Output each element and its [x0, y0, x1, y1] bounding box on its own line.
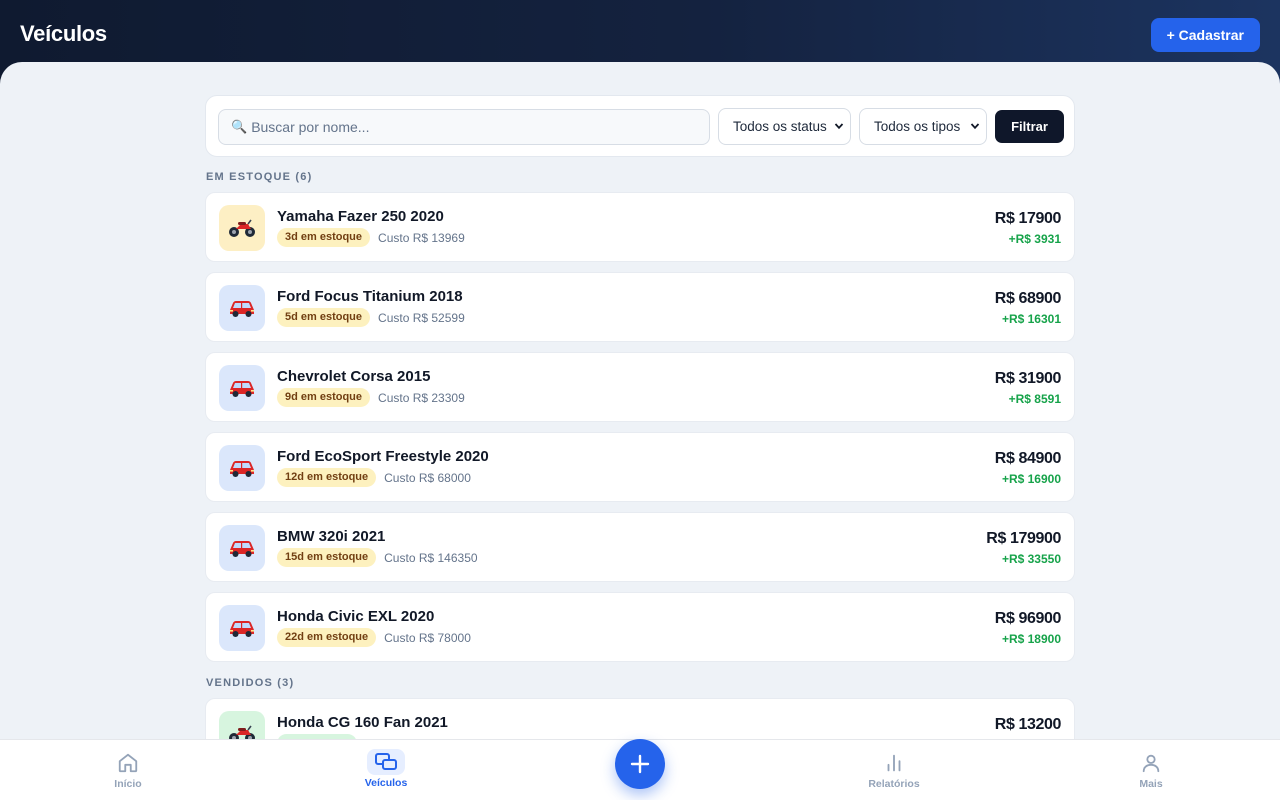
vehicle-card[interactable]: BMW 320i 2021 15d em estoque Custo R$ 1463…	[205, 512, 1075, 582]
car-icon	[230, 621, 254, 637]
vehicle-thumbnail	[219, 605, 265, 651]
vehicle-cost: Custo R$ 78000	[384, 630, 471, 645]
type-select[interactable]: Todos os tipos	[859, 108, 987, 145]
vehicle-cost: Custo R$ 23309	[378, 390, 465, 405]
chevron-down-icon	[834, 123, 844, 130]
vehicle-price: R$ 17900	[994, 210, 1062, 227]
vehicle-profit: +R$ 18900	[1001, 632, 1061, 646]
vehicle-profit: +R$ 16301	[1001, 312, 1061, 326]
page-title: Veículos	[20, 20, 107, 46]
vehicle-price: R$ 96900	[994, 610, 1062, 627]
vehicle-cost: Custo R$ 52599	[378, 310, 465, 325]
status-select-value: Todos os status	[733, 119, 827, 134]
vehicles-icon	[367, 749, 405, 775]
section-title-sold: VENDIDOS (3)	[206, 677, 295, 689]
add-fab-button[interactable]	[615, 739, 665, 789]
vehicle-name: Honda CG 160 Fan 2021	[277, 714, 448, 731]
vehicle-cost: Custo R$ 146350	[384, 550, 478, 565]
search-box[interactable]: 🔍	[218, 109, 710, 145]
days-in-stock-badge: 3d em estoque	[277, 228, 371, 247]
vehicle-meta: 22d em estoque Custo R$ 78000	[277, 628, 471, 647]
plus-icon	[630, 754, 650, 774]
section-title-in-stock: EM ESTOQUE (6)	[206, 171, 313, 183]
car-icon	[230, 461, 254, 477]
vehicle-thumbnail	[219, 445, 265, 491]
car-icon	[230, 541, 254, 557]
vehicle-thumbnail	[219, 205, 265, 251]
type-select-value: Todos os tipos	[874, 119, 961, 134]
nav-label-home: Início	[114, 778, 142, 790]
vehicle-card[interactable]: Ford EcoSport Freestyle 2020 12d em estoq…	[205, 432, 1075, 502]
nav-item-reports[interactable]: Relatórios	[834, 740, 954, 800]
vehicle-name: Honda Civic EXL 2020	[277, 608, 435, 625]
app-header: Veículos + Cadastrar	[0, 0, 1280, 68]
search-icon: 🔍	[231, 119, 248, 134]
vehicle-card[interactable]: Ford Focus Titanium 2018 5d em estoque Cus…	[205, 272, 1075, 342]
main-content: 🔍 Todos os status Todos os tipos Filtrar…	[0, 62, 1280, 800]
vehicle-meta: 15d em estoque Custo R$ 146350	[277, 548, 478, 567]
vehicle-name: Chevrolet Corsa 2015	[277, 368, 431, 385]
car-icon	[230, 381, 254, 397]
vehicle-thumbnail	[219, 285, 265, 331]
vehicle-meta: 9d em estoque Custo R$ 23309	[277, 388, 465, 407]
chevron-down-icon	[970, 123, 980, 130]
nav-item-home[interactable]: Início	[68, 740, 188, 800]
vehicle-card[interactable]: Honda Civic EXL 2020 22d em estoque Custo …	[205, 592, 1075, 662]
vehicle-profit: +R$ 33550	[1001, 552, 1061, 566]
vehicle-cost: Custo R$ 68000	[384, 470, 471, 485]
filter-bar: 🔍 Todos os status Todos os tipos Filtrar	[205, 95, 1075, 157]
vehicle-cost: Custo R$ 13969	[378, 230, 465, 245]
nav-item-vehicles[interactable]: Veículos	[326, 740, 446, 800]
vehicle-name: Yamaha Fazer 250 2020	[277, 208, 444, 225]
vehicle-name: BMW 320i 2021	[277, 528, 386, 545]
vehicle-meta: 12d em estoque Custo R$ 68000	[277, 468, 471, 487]
status-select[interactable]: Todos os status	[718, 108, 851, 145]
days-in-stock-badge: 15d em estoque	[277, 548, 377, 567]
vehicle-profit: +R$ 16900	[1001, 472, 1061, 486]
days-in-stock-badge: 9d em estoque	[277, 388, 371, 407]
car-icon	[230, 301, 254, 317]
bottom-nav: Início Veículos Relatórios Mais	[0, 739, 1280, 800]
vehicle-card[interactable]: Chevrolet Corsa 2015 9d em estoque Custo R…	[205, 352, 1075, 422]
vehicle-price: R$ 13200	[994, 716, 1062, 733]
days-in-stock-badge: 5d em estoque	[277, 308, 371, 327]
vehicle-price: R$ 179900	[986, 530, 1061, 547]
nav-label-more: Mais	[1139, 778, 1163, 790]
vehicle-card[interactable]: Yamaha Fazer 250 2020 3d em estoque Custo …	[205, 192, 1075, 262]
nav-label-vehicles: Veículos	[364, 777, 408, 789]
days-in-stock-badge: 12d em estoque	[277, 468, 377, 487]
vehicle-meta: 5d em estoque Custo R$ 52599	[277, 308, 465, 327]
filter-button[interactable]: Filtrar	[995, 110, 1064, 143]
vehicle-name: Ford EcoSport Freestyle 2020	[277, 448, 489, 465]
vehicle-price: R$ 31900	[994, 370, 1062, 387]
vehicle-profit: +R$ 8591	[1008, 392, 1061, 406]
vehicle-thumbnail	[219, 365, 265, 411]
vehicle-name: Ford Focus Titanium 2018	[277, 288, 463, 305]
add-vehicle-button[interactable]: + Cadastrar	[1150, 17, 1260, 52]
days-in-stock-badge: 22d em estoque	[277, 628, 377, 647]
nav-label-reports: Relatórios	[868, 778, 920, 790]
motorcycle-icon	[229, 219, 255, 237]
user-icon	[1138, 751, 1164, 775]
vehicle-thumbnail	[219, 525, 265, 571]
vehicle-price: R$ 84900	[994, 450, 1062, 467]
vehicle-profit: +R$ 3931	[1008, 232, 1061, 246]
search-input[interactable]	[251, 119, 692, 135]
bar-chart-icon	[881, 751, 907, 775]
nav-item-more[interactable]: Mais	[1091, 740, 1211, 800]
vehicle-price: R$ 68900	[994, 290, 1062, 307]
home-icon	[115, 751, 141, 775]
vehicle-meta: 3d em estoque Custo R$ 13969	[277, 228, 465, 247]
